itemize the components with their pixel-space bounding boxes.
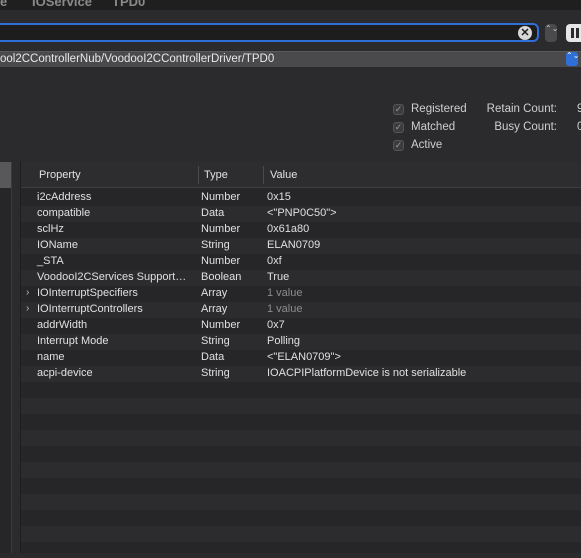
retain-count-value: 9 [577,103,581,115]
table-row[interactable]: name Data <"ELAN0709"> [21,350,581,366]
value-cell: <"PNP0C50"> [267,207,337,219]
matched-label: Matched [411,121,456,133]
value-cell: 0x7 [267,319,285,331]
title-bar: e IOService TPD0 [0,0,581,10]
column-bar-icon [576,28,579,38]
value-cell: 1 value [267,287,303,299]
split-divider[interactable] [11,162,20,553]
column-divider[interactable] [198,166,199,184]
title-fragment: TPD0 [112,0,146,9]
column-header-type[interactable]: Type [204,169,228,181]
value-cell: <"ELAN0709"> [267,351,341,363]
type-cell: Number [201,223,241,235]
table-row[interactable]: addrWidth Number 0x7 [21,318,581,334]
disclosure-triangle-icon[interactable]: › [26,287,29,298]
type-cell: Number [201,191,241,203]
empty-row [21,446,581,462]
table-row[interactable]: IOName String ELAN0709 [21,238,581,254]
type-cell: Boolean [201,271,242,283]
clear-search-icon[interactable]: ✕ [518,26,532,40]
value-cell: 1 value [267,303,303,315]
property-cell: Interrupt Mode [37,335,109,347]
property-cell: compatible [37,207,91,219]
column-header-value[interactable]: Value [270,169,297,181]
empty-row [21,542,581,558]
path-text: ool2CControllerNub/VoodooI2CControllerDr… [0,53,275,65]
property-cell: acpi-device [37,367,93,379]
type-cell: Array [201,303,228,315]
busy-count-label: Busy Count: [494,121,557,133]
value-cell: True [267,271,290,283]
registered-checkbox[interactable]: ✓ [393,104,404,115]
table-row[interactable]: compatible Data <"PNP0C50"> [21,206,581,222]
empty-row [21,430,581,446]
table-row[interactable]: Interrupt Mode String Polling [21,334,581,350]
column-divider[interactable] [263,166,264,184]
tree-selection[interactable] [0,162,11,188]
table-row[interactable]: › IOInterruptControllers Array 1 value [21,302,581,318]
view-mode-button[interactable] [566,24,581,42]
property-cell: IOInterruptSpecifiers [37,287,138,299]
value-cell: Polling [267,335,301,347]
empty-row [21,478,581,494]
search-stepper-icon[interactable]: ⌃⌄ [545,24,558,42]
table-row[interactable]: VoodooI2CServices Support… Boolean True [21,270,581,286]
value-cell: 0xf [267,255,282,267]
tree-pane[interactable] [0,162,11,553]
busy-count-value: 0 [577,121,581,133]
property-cell: IOInterruptControllers [37,303,143,315]
type-cell: Number [201,255,241,267]
path-chevron-icon[interactable]: ⌃⌄ [566,52,579,66]
value-cell: 0x15 [267,191,291,203]
table-header: Property Type Value [21,162,581,188]
column-bar-icon [571,28,574,38]
property-cell: VoodooI2CServices Support… [37,271,187,283]
empty-row [21,526,581,542]
empty-row [21,510,581,526]
property-cell: addrWidth [37,319,88,331]
type-cell: Data [201,351,225,363]
empty-row [21,462,581,478]
type-cell: Array [201,287,228,299]
type-cell: Number [201,319,241,331]
empty-row [21,382,581,398]
retain-count-label: Retain Count: [486,103,557,115]
properties-table[interactable]: Property Type Value i2cAddress Number 0x15… [20,162,581,553]
table-row[interactable]: sclHz Number 0x61a80 [21,222,581,238]
type-cell: Data [201,207,225,219]
property-cell: IOName [37,239,78,251]
empty-row [21,494,581,510]
value-cell: IOACPIPlatformDevice is not serializable [267,367,467,379]
value-cell: ELAN0709 [267,239,321,251]
column-header-property[interactable]: Property [39,169,81,181]
active-checkbox[interactable]: ✓ [393,140,404,151]
active-label: Active [411,139,443,151]
type-cell: String [201,239,230,251]
property-cell: i2cAddress [37,191,92,203]
matched-checkbox[interactable]: ✓ [393,122,404,133]
property-cell: sclHz [37,223,64,235]
title-fragment: e [0,0,8,9]
property-cell: name [37,351,65,363]
registered-label: Registered [411,103,467,115]
table-row[interactable]: i2cAddress Number 0x15 [21,190,581,206]
table-row[interactable]: _STA Number 0xf [21,254,581,270]
search-input[interactable] [0,23,539,42]
table-row[interactable]: › IOInterruptSpecifiers Array 1 value [21,286,581,302]
title-fragment: IOService [32,0,92,9]
empty-row [21,414,581,430]
value-cell: 0x61a80 [267,223,310,235]
type-cell: String [201,367,230,379]
type-cell: String [201,335,230,347]
path-popup[interactable]: ool2CControllerNub/VoodooI2CControllerDr… [0,51,581,67]
property-cell: _STA [37,255,64,267]
disclosure-triangle-icon[interactable]: › [26,303,29,314]
empty-row [21,398,581,414]
table-row[interactable]: acpi-device String IOACPIPlatformDevice is… [21,366,581,382]
